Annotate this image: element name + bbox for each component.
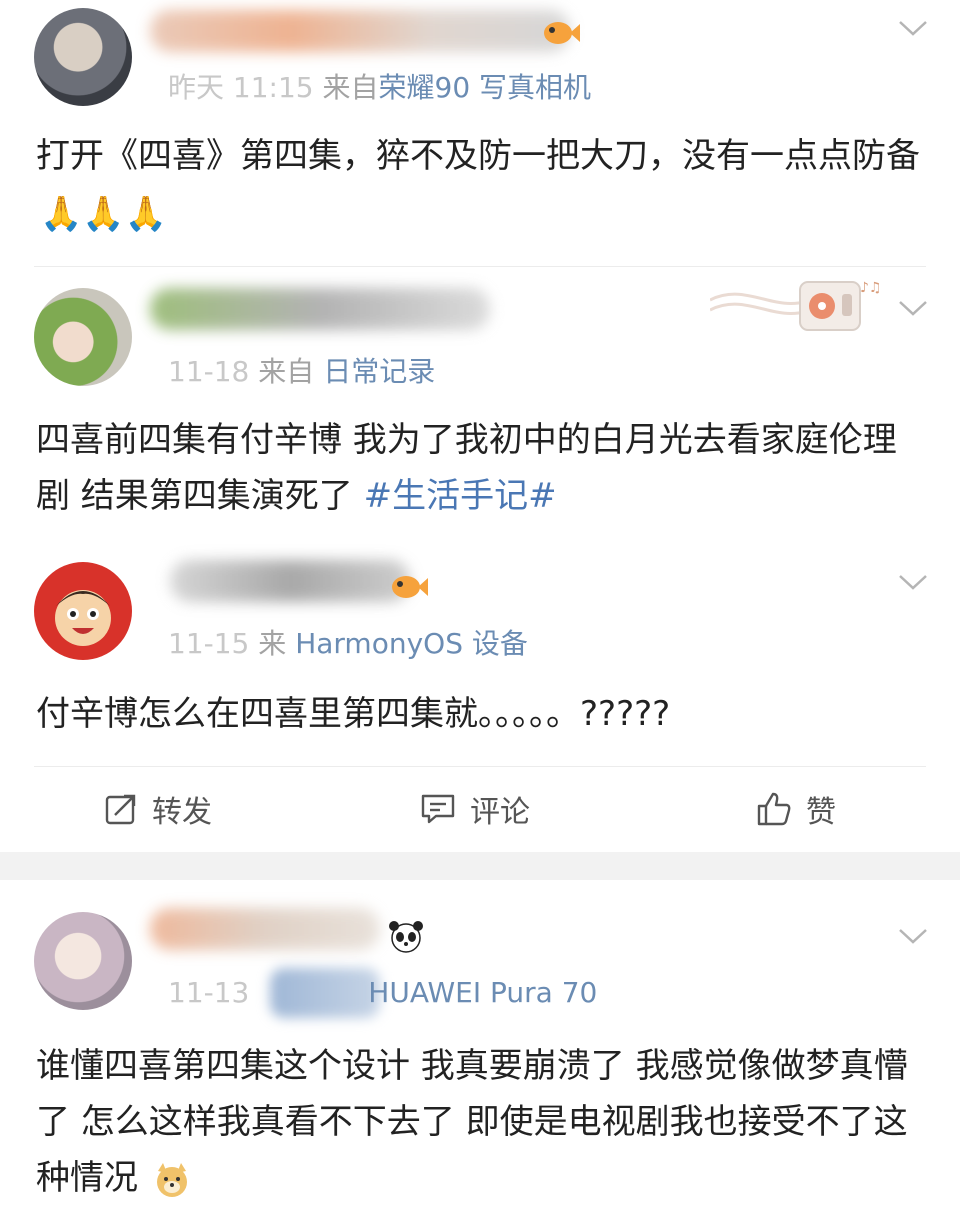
chevron-down-icon[interactable] [898, 298, 928, 318]
like-button[interactable]: 赞 [756, 786, 836, 832]
post-source[interactable]: 荣耀90 写真相机 [379, 71, 592, 104]
avatar[interactable] [34, 562, 132, 660]
avatar[interactable] [34, 288, 132, 386]
comment-label: 评论 [470, 795, 530, 830]
doge-emoji [156, 1162, 187, 1197]
avatar[interactable] [34, 912, 132, 1010]
section-separator [0, 852, 960, 880]
post-source[interactable]: HarmonyOS 设备 [295, 627, 528, 660]
panda-icon [389, 921, 423, 953]
pray-emoji: 🙏🙏🙏 [40, 193, 168, 234]
post-time: 11-15 [168, 627, 250, 660]
music-player-decoration: ♪♫ [710, 280, 882, 331]
cartoon-face-icon [55, 590, 111, 646]
svg-text:♪♫: ♪♫ [860, 280, 882, 296]
username-blurred[interactable] [150, 908, 380, 950]
fish-icon [544, 22, 580, 44]
hashtag-link[interactable]: #生活手记# [364, 476, 557, 516]
post-time: 11-18 [168, 355, 250, 388]
avatar[interactable] [34, 8, 132, 106]
post-meta: 11-18 来自 日常记录 [168, 350, 435, 390]
divider [34, 766, 926, 767]
chevron-down-icon[interactable] [898, 926, 928, 946]
post-meta: 11-15 来 HarmonyOS 设备 [168, 622, 528, 662]
post-text-content: 付辛博怎么在四喜里第四集就。。。。。????? [36, 694, 671, 734]
chevron-down-icon[interactable] [898, 18, 928, 38]
comment-button[interactable]: 评论 [420, 786, 530, 832]
repost-label: 转发 [152, 795, 212, 830]
post-from: 来自 [322, 71, 379, 104]
post-text: 四喜前四集有付辛博 我为了我初中的白月光去看家庭伦理剧 结果第四集演死了 #生活… [36, 412, 926, 524]
post-text-content: 打开《四喜》第四集，猝不及防一把大刀，没有一点点防备 [36, 136, 920, 176]
post-meta: 11-13 HUAWEI Pura 70 [168, 976, 597, 1009]
post-source[interactable]: HUAWEI Pura 70 [368, 976, 597, 1009]
thumbs-up-icon [757, 792, 791, 826]
post-text: 打开《四喜》第四集，猝不及防一把大刀，没有一点点防备 🙏🙏🙏 [36, 128, 926, 242]
username-blurred[interactable] [150, 10, 570, 52]
post-from: 来自 [258, 355, 315, 388]
divider [34, 266, 926, 267]
post-text: 谁懂四喜第四集这个设计 我真要崩溃了 我感觉像做梦真懵了 怎么这样我真看不下去了… [36, 1038, 926, 1206]
post-time: 昨天 11:15 [168, 71, 314, 104]
action-bar: 转发 评论 赞 [0, 768, 960, 850]
post-text: 付辛博怎么在四喜里第四集就。。。。。????? [36, 686, 926, 742]
repost-button[interactable]: 转发 [104, 786, 212, 832]
repost-icon [105, 794, 136, 825]
post-meta: 昨天 11:15 来自荣耀90 写真相机 [168, 66, 591, 106]
post-from: 来 [258, 627, 287, 660]
comment-icon [421, 794, 455, 824]
username-blurred[interactable] [170, 560, 410, 602]
fish-icon [392, 576, 428, 598]
like-label: 赞 [806, 795, 836, 830]
post-source[interactable]: 日常记录 [323, 355, 435, 388]
post-time: 11-13 [168, 976, 250, 1009]
chevron-down-icon[interactable] [898, 572, 928, 592]
username-blurred[interactable] [150, 288, 490, 330]
